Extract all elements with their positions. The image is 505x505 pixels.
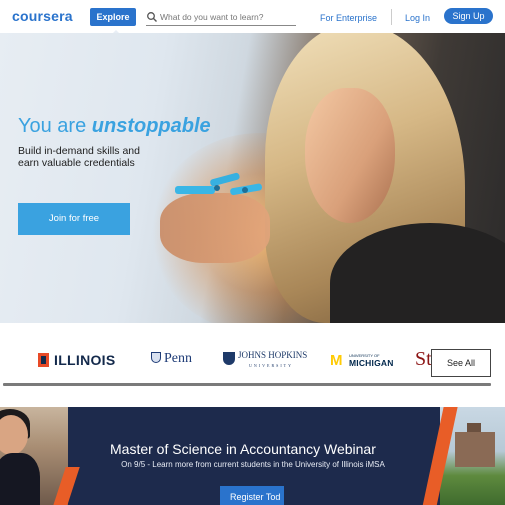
- jhu-logo-text: JOHNS HOPKINS: [238, 350, 308, 360]
- search-bar: [146, 8, 296, 26]
- explore-button[interactable]: Explore: [90, 8, 136, 26]
- see-all-partners-button[interactable]: See All: [431, 349, 491, 377]
- search-icon[interactable]: [146, 11, 158, 23]
- robot-arm-image: [175, 172, 262, 196]
- login-link[interactable]: Log In: [405, 13, 430, 23]
- hero-title-plain: You are: [18, 115, 87, 137]
- webinar-title: Master of Science in Accountancy Webinar: [110, 441, 376, 457]
- penn-logo-text: Penn: [164, 351, 192, 366]
- hero-title: You are unstoppable: [18, 115, 211, 138]
- partners-scrollbar[interactable]: [3, 383, 491, 386]
- penn-shield-icon: [151, 352, 161, 363]
- illinois-block-i-icon: [38, 353, 49, 367]
- partner-logos-strip: ILLINOIS Penn JOHNS HOPKINS UNIVERSITY M…: [0, 323, 505, 386]
- jhu-logo-subtext: UNIVERSITY: [249, 363, 293, 368]
- michigan-block-m-icon: M: [330, 352, 343, 369]
- penn-logo[interactable]: Penn: [151, 351, 192, 367]
- illinois-logo[interactable]: ILLINOIS: [38, 352, 116, 368]
- signup-button[interactable]: Sign Up: [444, 8, 493, 24]
- register-today-button[interactable]: Register Tod: [220, 486, 284, 505]
- student-body: [0, 453, 40, 505]
- hero-title-emphasis: unstoppable: [91, 115, 211, 137]
- coursera-logo[interactable]: coursera: [12, 8, 73, 24]
- campus-building: [455, 432, 495, 467]
- student-face: [0, 415, 28, 455]
- search-input[interactable]: [160, 9, 294, 24]
- michigan-logo-text: MICHIGAN: [349, 358, 394, 368]
- for-enterprise-link[interactable]: For Enterprise: [320, 13, 377, 23]
- stanford-logo[interactable]: St: [415, 348, 432, 371]
- top-nav: coursera Explore For Enterprise Log In S…: [0, 0, 505, 35]
- hero-photo-face: [305, 88, 395, 223]
- hero-banner: You are unstoppable Build in-demand skil…: [0, 33, 505, 323]
- webinar-banner[interactable]: Master of Science in Accountancy Webinar…: [0, 407, 505, 505]
- nav-divider: [391, 9, 392, 25]
- jhu-shield-icon: [223, 352, 235, 365]
- illinois-logo-text: ILLINOIS: [54, 352, 116, 368]
- join-for-free-button[interactable]: Join for free: [18, 203, 130, 235]
- webinar-subtitle: On 9/5 - Learn more from current student…: [121, 460, 385, 469]
- hero-subtitle: Build in-demand skills and earn valuable…: [18, 145, 140, 169]
